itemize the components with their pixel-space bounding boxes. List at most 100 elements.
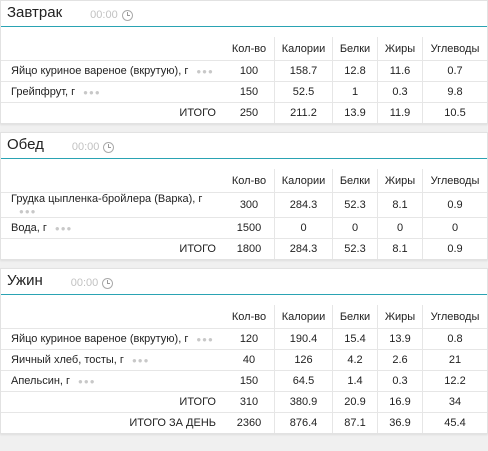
- item-protein: 1: [332, 81, 378, 103]
- col-kcal: Калории: [274, 169, 333, 193]
- meal-time-value: 00:00: [71, 141, 100, 153]
- col-kcal: Калории: [274, 37, 333, 61]
- meal-time[interactable]: 00:00: [71, 277, 114, 294]
- total-qty: 310: [224, 391, 275, 413]
- item-kcal: 284.3: [274, 192, 333, 218]
- item-kcal: 158.7: [274, 60, 333, 82]
- table-row[interactable]: Грейпфрут, г ●●● 150 52.5 1 0.3 9.8: [1, 81, 487, 103]
- item-carbs: 0.9: [422, 192, 487, 218]
- item-name: Грейпфрут, г: [11, 86, 76, 98]
- col-fat: Жиры: [377, 37, 423, 61]
- clock-icon[interactable]: [102, 277, 114, 289]
- table-row[interactable]: Апельсин, г ●●● 150 64.5 1.4 0.3 12.2: [1, 370, 487, 392]
- meal-title: Ужин: [7, 272, 43, 289]
- more-dots-icon[interactable]: ●●●: [19, 207, 37, 216]
- total-label: ИТОГО: [1, 391, 224, 413]
- item-carbs: 12.2: [422, 370, 487, 392]
- item-qty: 100: [224, 60, 275, 82]
- item-qty: 40: [224, 349, 275, 371]
- meal-time[interactable]: 00:00: [90, 9, 133, 26]
- item-name: Вода, г: [11, 222, 47, 234]
- day-total-carbs: 45.4: [422, 412, 487, 433]
- more-dots-icon[interactable]: ●●●: [83, 88, 101, 97]
- table-row[interactable]: Яйцо куриное вареное (вкрутую), г ●●● 100…: [1, 60, 487, 82]
- total-fat: 16.9: [377, 391, 423, 413]
- item-protein: 4.2: [332, 349, 378, 371]
- table-header: Кол-во Калории Белки Жиры Углеводы: [1, 305, 487, 329]
- meal-time[interactable]: 00:00: [72, 141, 115, 158]
- table-header: Кол-во Калории Белки Жиры Углеводы: [1, 37, 487, 61]
- item-carbs: 0: [422, 217, 487, 239]
- meal-title: Обед: [7, 136, 44, 153]
- total-fat: 8.1: [377, 238, 423, 259]
- col-kcal: Калории: [274, 305, 333, 329]
- item-carbs: 0.8: [422, 328, 487, 350]
- item-kcal: 64.5: [274, 370, 333, 392]
- item-fat: 13.9: [377, 328, 423, 350]
- total-fat: 11.9: [377, 102, 423, 123]
- item-kcal: 0: [274, 217, 333, 239]
- col-carbs: Углеводы: [422, 37, 487, 61]
- total-kcal: 211.2: [274, 102, 333, 123]
- total-label: ИТОГО: [1, 102, 224, 123]
- item-fat: 11.6: [377, 60, 423, 82]
- total-carbs: 10.5: [422, 102, 487, 123]
- item-kcal: 52.5: [274, 81, 333, 103]
- item-protein: 0: [332, 217, 378, 239]
- total-carbs: 0.9: [422, 238, 487, 259]
- col-protein: Белки: [332, 169, 378, 193]
- total-label: ИТОГО: [1, 238, 224, 259]
- total-row: ИТОГО 1800 284.3 52.3 8.1 0.9: [1, 238, 487, 259]
- col-fat: Жиры: [377, 305, 423, 329]
- day-total-kcal: 876.4: [274, 412, 333, 433]
- more-dots-icon[interactable]: ●●●: [132, 356, 150, 365]
- total-qty: 1800: [224, 238, 275, 259]
- item-qty: 120: [224, 328, 275, 350]
- item-fat: 0.3: [377, 370, 423, 392]
- meal-breakfast: Завтрак 00:00 Кол-во Калории Белки Жиры …: [0, 0, 488, 124]
- item-qty: 1500: [224, 217, 275, 239]
- item-name: Яйцо куриное вареное (вкрутую), г: [11, 333, 189, 345]
- day-total-label: ИТОГО ЗА ДЕНЬ: [1, 412, 224, 433]
- col-qty: Кол-во: [231, 174, 267, 187]
- total-kcal: 380.9: [274, 391, 333, 413]
- col-carbs: Углеводы: [422, 305, 487, 329]
- total-protein: 20.9: [332, 391, 378, 413]
- more-dots-icon[interactable]: ●●●: [78, 377, 96, 386]
- clock-icon[interactable]: [103, 141, 115, 153]
- more-dots-icon[interactable]: ●●●: [196, 67, 214, 76]
- meal-table: Кол-во Калории Белки Жиры Углеводы Яйцо …: [1, 305, 487, 433]
- total-carbs: 34: [422, 391, 487, 413]
- item-kcal: 190.4: [274, 328, 333, 350]
- meal-header: Завтрак 00:00: [1, 1, 487, 27]
- item-qty: 150: [224, 81, 275, 103]
- item-fat: 0: [377, 217, 423, 239]
- meal-title: Завтрак: [7, 4, 63, 21]
- item-protein: 12.8: [332, 60, 378, 82]
- col-qty: Кол-во: [231, 42, 267, 55]
- day-total-row: ИТОГО ЗА ДЕНЬ 2360 876.4 87.1 36.9 45.4: [1, 412, 487, 433]
- item-protein: 15.4: [332, 328, 378, 350]
- clock-icon[interactable]: [121, 9, 133, 21]
- item-fat: 8.1: [377, 192, 423, 218]
- item-qty: 300: [224, 192, 275, 218]
- total-protein: 52.3: [332, 238, 378, 259]
- more-dots-icon[interactable]: ●●●: [55, 224, 73, 233]
- col-protein: Белки: [332, 37, 378, 61]
- table-row[interactable]: Яичный хлеб, тосты, г ●●● 40 126 4.2 2.6 …: [1, 349, 487, 371]
- table-row[interactable]: Вода, г ●●● 1500 0 0 0 0: [1, 217, 487, 239]
- table-row[interactable]: Грудка цыпленка-бройлера (Варка), г ●●● 3…: [1, 192, 487, 218]
- item-protein: 1.4: [332, 370, 378, 392]
- col-qty: Кол-во: [231, 310, 267, 323]
- item-name: Грудка цыпленка-бройлера (Варка), г: [11, 193, 203, 205]
- item-carbs: 21: [422, 349, 487, 371]
- meal-lunch: Обед 00:00 Кол-во Калории Белки Жиры Угл…: [0, 132, 488, 260]
- item-carbs: 0.7: [422, 60, 487, 82]
- meal-header: Ужин 00:00: [1, 269, 487, 295]
- meal-dinner: Ужин 00:00 Кол-во Калории Белки Жиры Угл…: [0, 268, 488, 434]
- item-kcal: 126: [274, 349, 333, 371]
- more-dots-icon[interactable]: ●●●: [196, 335, 214, 344]
- table-row[interactable]: Яйцо куриное вареное (вкрутую), г ●●● 120…: [1, 328, 487, 350]
- item-protein: 52.3: [332, 192, 378, 218]
- meal-header: Обед 00:00: [1, 133, 487, 159]
